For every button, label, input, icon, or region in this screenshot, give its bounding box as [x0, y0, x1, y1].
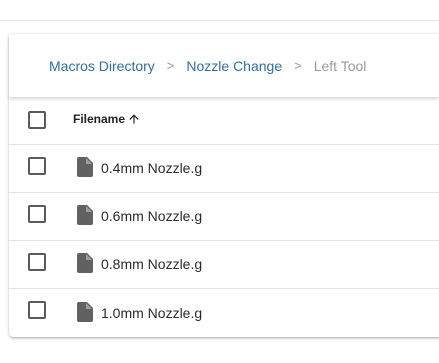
breadcrumb-separator: > [166, 58, 175, 73]
file-icon [77, 205, 93, 225]
select-all-checkbox[interactable] [28, 111, 46, 129]
file-name[interactable]: 0.4mm Nozzle.g [101, 160, 202, 176]
file-icon [77, 157, 93, 177]
table-row[interactable]: 1.0mm Nozzle.g [9, 289, 439, 337]
row-checkbox[interactable] [28, 205, 46, 223]
file-name[interactable]: 0.8mm Nozzle.g [101, 256, 202, 272]
table-row[interactable]: 0.4mm Nozzle.g [9, 145, 439, 193]
breadcrumb-left-tool: Left Tool [313, 57, 367, 74]
breadcrumb-macros-directory[interactable]: Macros Directory [49, 58, 155, 74]
row-checkbox[interactable] [28, 253, 46, 271]
row-checkbox[interactable] [28, 301, 46, 319]
file-icon [77, 253, 93, 273]
row-checkbox[interactable] [28, 157, 46, 175]
filename-header-label: Filename [73, 112, 126, 126]
arrow-up-icon [129, 114, 139, 124]
macro-file-list-card: Macros Directory > Nozzle Change > Left … [9, 34, 439, 337]
breadcrumb-nozzle-change[interactable]: Nozzle Change [186, 58, 282, 74]
file-icon [77, 302, 93, 322]
breadcrumb-separator: > [294, 58, 302, 73]
table-row[interactable]: 0.6mm Nozzle.g [9, 193, 439, 241]
table-header-row: Filename [9, 97, 439, 145]
top-divider [0, 20, 439, 21]
file-name[interactable]: 0.6mm Nozzle.g [101, 208, 202, 224]
breadcrumb: Macros Directory > Nozzle Change > Left … [9, 34, 439, 97]
file-name[interactable]: 1.0mm Nozzle.g [101, 305, 202, 321]
filename-column-header[interactable]: Filename [73, 112, 141, 126]
table-row[interactable]: 0.8mm Nozzle.g [9, 241, 439, 289]
